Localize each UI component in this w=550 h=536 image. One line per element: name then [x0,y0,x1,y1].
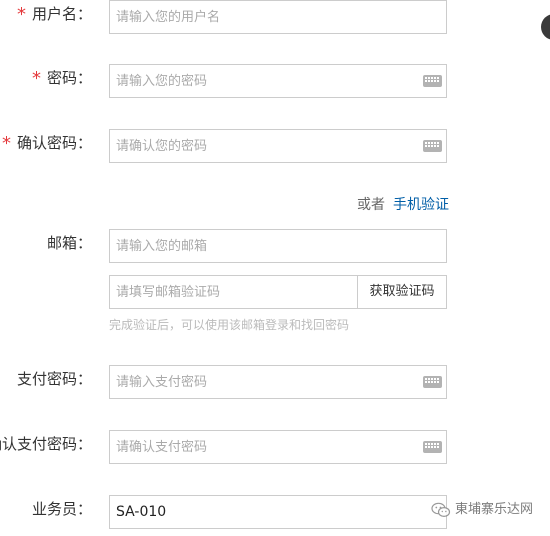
password-field[interactable] [109,64,447,98]
confirm-pay-password-label: 确认支付密码： [0,435,92,453]
confirm-pay-password-field[interactable] [109,430,447,464]
required-mark: * [1,133,11,154]
email-label: 邮箱： [46,234,92,252]
salesperson-field[interactable] [109,495,447,529]
phone-verify-link[interactable]: 手机验证 [393,197,449,213]
email-code-field[interactable] [109,275,358,309]
watermark-text: 東埔寨乐达网 [455,502,534,517]
username-label-text: 用户名： [31,5,92,23]
get-code-button[interactable]: 获取验证码 [357,275,447,309]
salesperson-label: 业务员： [31,500,92,518]
alt-verify-row: 或者 手机验证 [357,196,449,214]
confirm-pay-password-input[interactable] [110,431,446,463]
email-field[interactable] [109,229,447,263]
username-label: * 用户名： [16,4,92,25]
confirm-password-input[interactable] [110,130,446,162]
keyboard-icon[interactable] [423,376,442,388]
keyboard-icon[interactable] [423,140,442,152]
pay-password-input[interactable] [110,366,446,398]
confirm-password-label: * 确认密码： [1,133,92,154]
password-label: * 密码： [31,68,92,89]
keyboard-icon[interactable] [423,75,442,87]
username-field[interactable] [109,0,447,34]
confirm-password-field[interactable] [109,129,447,163]
keyboard-icon[interactable] [423,441,442,453]
email-hint: 完成验证后，可以使用该邮箱登录和找回密码 [109,318,350,332]
close-icon[interactable] [541,14,550,40]
or-text: 或者 [357,197,385,213]
password-input[interactable] [110,65,446,97]
required-mark: * [16,4,26,25]
pay-password-field[interactable] [109,365,447,399]
pay-password-label: 支付密码： [16,370,92,388]
password-label-text: 密码： [46,69,92,87]
required-mark: * [31,68,41,89]
wechat-icon [431,502,451,518]
confirm-password-label-text: 确认密码： [16,134,92,152]
email-code-input[interactable] [110,276,358,308]
salesperson-input[interactable] [110,496,446,528]
username-input[interactable] [110,1,446,33]
email-input[interactable] [110,230,446,262]
